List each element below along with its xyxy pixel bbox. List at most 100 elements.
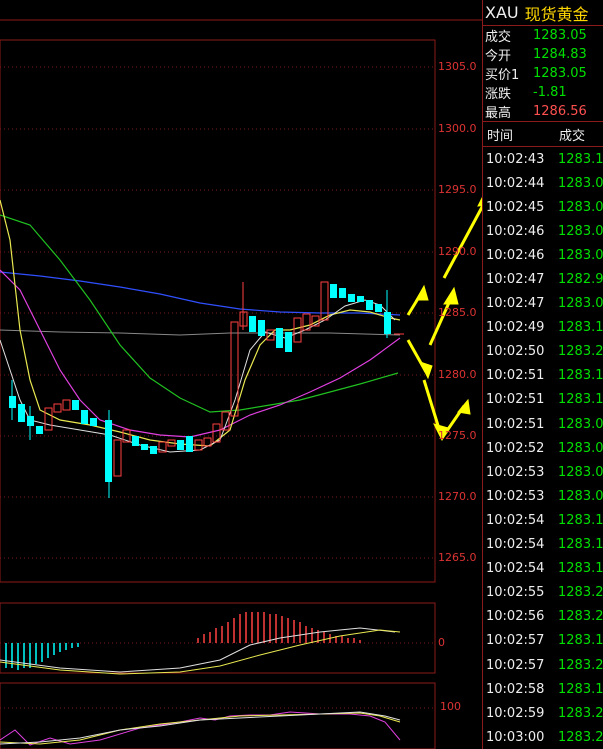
tick-price: 1283.2: [558, 657, 603, 673]
tick-time: 10:03:00: [486, 729, 545, 745]
quote-value: 1286.56: [533, 104, 587, 119]
price-panel-border: [0, 39, 436, 583]
tick-time: 10:02:57: [486, 657, 545, 673]
tick-time: 10:02:54: [486, 537, 545, 553]
tick-time: 10:02:51: [486, 368, 545, 384]
ma-gray-line: [0, 329, 401, 336]
ma-white-line: [0, 299, 396, 453]
tick-time: 10:02:47: [486, 272, 545, 288]
quote-header: XAU 现货黄金: [483, 0, 603, 26]
quote-value: 1283.05: [533, 28, 587, 43]
quote-label: 最高: [485, 106, 512, 121]
symbol-name: 现货黄金: [524, 4, 589, 24]
tick-time: 10:02:56: [486, 609, 545, 625]
tick-time: 10:02:46: [486, 223, 545, 239]
quote-row: 涨跌 -1.81: [483, 83, 603, 102]
tick-row: 10:02:50 1283.2: [483, 340, 603, 364]
tick-time: 10:02:52: [486, 440, 545, 456]
quote-row: 买价1 1283.05: [483, 64, 603, 83]
tick-price: 1283.0: [558, 488, 603, 504]
tick-row: 10:02:51 1283.1: [483, 364, 603, 388]
tick-time: 10:02:53: [486, 488, 545, 504]
quote-label: 今开: [485, 49, 512, 64]
tick-price: 1283.0: [558, 464, 603, 480]
quote-label: 买价1: [485, 68, 520, 83]
quote-row: 最高 1286.56: [483, 102, 603, 121]
tick-row: 10:02:46 1283.0: [483, 243, 603, 267]
tick-row: 10:02:57 1283.2: [483, 653, 603, 677]
tick-row: 10:02:55 1283.2: [483, 581, 603, 605]
tick-time: 10:02:51: [486, 392, 545, 408]
kdj-lines: [0, 711, 401, 746]
tick-row: 10:02:52 1283.0: [483, 436, 603, 460]
tick-price: 1283.1: [558, 633, 603, 649]
tick-row: 10:02:56 1283.2: [483, 605, 603, 629]
tick-row: 10:02:51 1283.1: [483, 388, 603, 412]
tick-price: 1283.0: [558, 223, 603, 239]
tick-time: 10:02:55: [486, 585, 545, 601]
tick-row: 10:02:43 1283.1: [483, 147, 603, 171]
tick-list[interactable]: 10:02:43 1283.1 10:02:44 1283.0 10:02:45 1283…: [483, 147, 603, 749]
tick-time: 10:02:43: [486, 151, 545, 167]
tick-time: 10:02:46: [486, 247, 545, 263]
price-axis-label: 1275.0: [438, 429, 477, 442]
tick-price: 1283.2: [558, 344, 603, 360]
tick-row: 10:02:45 1283.0: [483, 195, 603, 219]
tick-price: 1283.0: [558, 416, 603, 432]
tick-time: 10:02:44: [486, 175, 545, 191]
tick-time: 10:02:49: [486, 320, 545, 336]
tick-row: 10:02:47 1283.0: [483, 292, 603, 316]
tick-row: 10:02:46 1283.0: [483, 219, 603, 243]
tick-row: 10:02:58 1283.1: [483, 677, 603, 701]
tick-row: 10:02:47 1282.9: [483, 267, 603, 291]
tick-row: 10:02:54 1283.1: [483, 557, 603, 581]
tick-time: 10:02:53: [486, 464, 545, 480]
tick-price: 1283.0: [558, 199, 603, 215]
kdj-axis-label: 100: [440, 700, 461, 713]
tick-time: 10:02:54: [486, 512, 545, 528]
quote-label: 成交: [485, 30, 512, 45]
tick-price: 1283.0: [558, 175, 603, 191]
quote-panel: XAU 现货黄金 成交 1283.05 今开 1284.83 买价1 1283.05 …: [482, 0, 603, 749]
price-axis-label: 1305.0: [438, 60, 477, 73]
tick-price: 1283.2: [558, 729, 603, 745]
price-axis-label: 1285.0: [438, 306, 477, 319]
ma-yellow-line: [0, 199, 401, 447]
quote-row: 今开 1284.83: [483, 45, 603, 64]
macd-panel-border: [0, 602, 436, 674]
quote-row: 成交 1283.05: [483, 26, 603, 45]
price-axis-label: 1295.0: [438, 183, 477, 196]
tick-price: 1283.1: [558, 368, 603, 384]
symbol-code: XAU: [485, 3, 519, 22]
price-axis-label: 1280.0: [438, 368, 477, 381]
quote-value: -1.81: [533, 85, 567, 100]
tick-price: 1283.2: [558, 705, 603, 721]
tick-price: 1283.1: [558, 561, 603, 577]
tick-row: 10:02:53 1283.0: [483, 484, 603, 508]
tick-time: 10:02:57: [486, 633, 545, 649]
ticks-header: 时间 成交: [483, 121, 603, 147]
tick-row: 10:02:57 1283.1: [483, 629, 603, 653]
tick-price: 1283.1: [558, 320, 603, 336]
tick-row: 10:03:00 1283.2: [483, 725, 603, 749]
tick-row: 10:02:53 1283.0: [483, 460, 603, 484]
tick-price: 1283.1: [558, 537, 603, 553]
tick-price: 1283.1: [558, 151, 603, 167]
ticks-header-price: 成交: [559, 128, 586, 144]
tick-price: 1283.0: [558, 247, 603, 263]
tick-price: 1283.1: [558, 512, 603, 528]
price-axis-label: 1300.0: [438, 122, 477, 135]
tick-price: 1283.0: [558, 296, 603, 312]
quote-value: 1283.05: [533, 66, 587, 81]
tick-price: 1283.2: [558, 609, 603, 625]
tick-time: 10:02:54: [486, 561, 545, 577]
tick-time: 10:02:45: [486, 199, 545, 215]
tick-price: 1283.1: [558, 392, 603, 408]
tick-time: 10:02:51: [486, 416, 545, 432]
candles: [9, 281, 404, 498]
quote-value: 1284.83: [533, 47, 587, 62]
macd-axis-label: 0: [438, 636, 445, 649]
tick-row: 10:02:51 1283.0: [483, 412, 603, 436]
price-axis-label: 1265.0: [438, 551, 477, 564]
tick-price: 1282.9: [558, 272, 603, 288]
